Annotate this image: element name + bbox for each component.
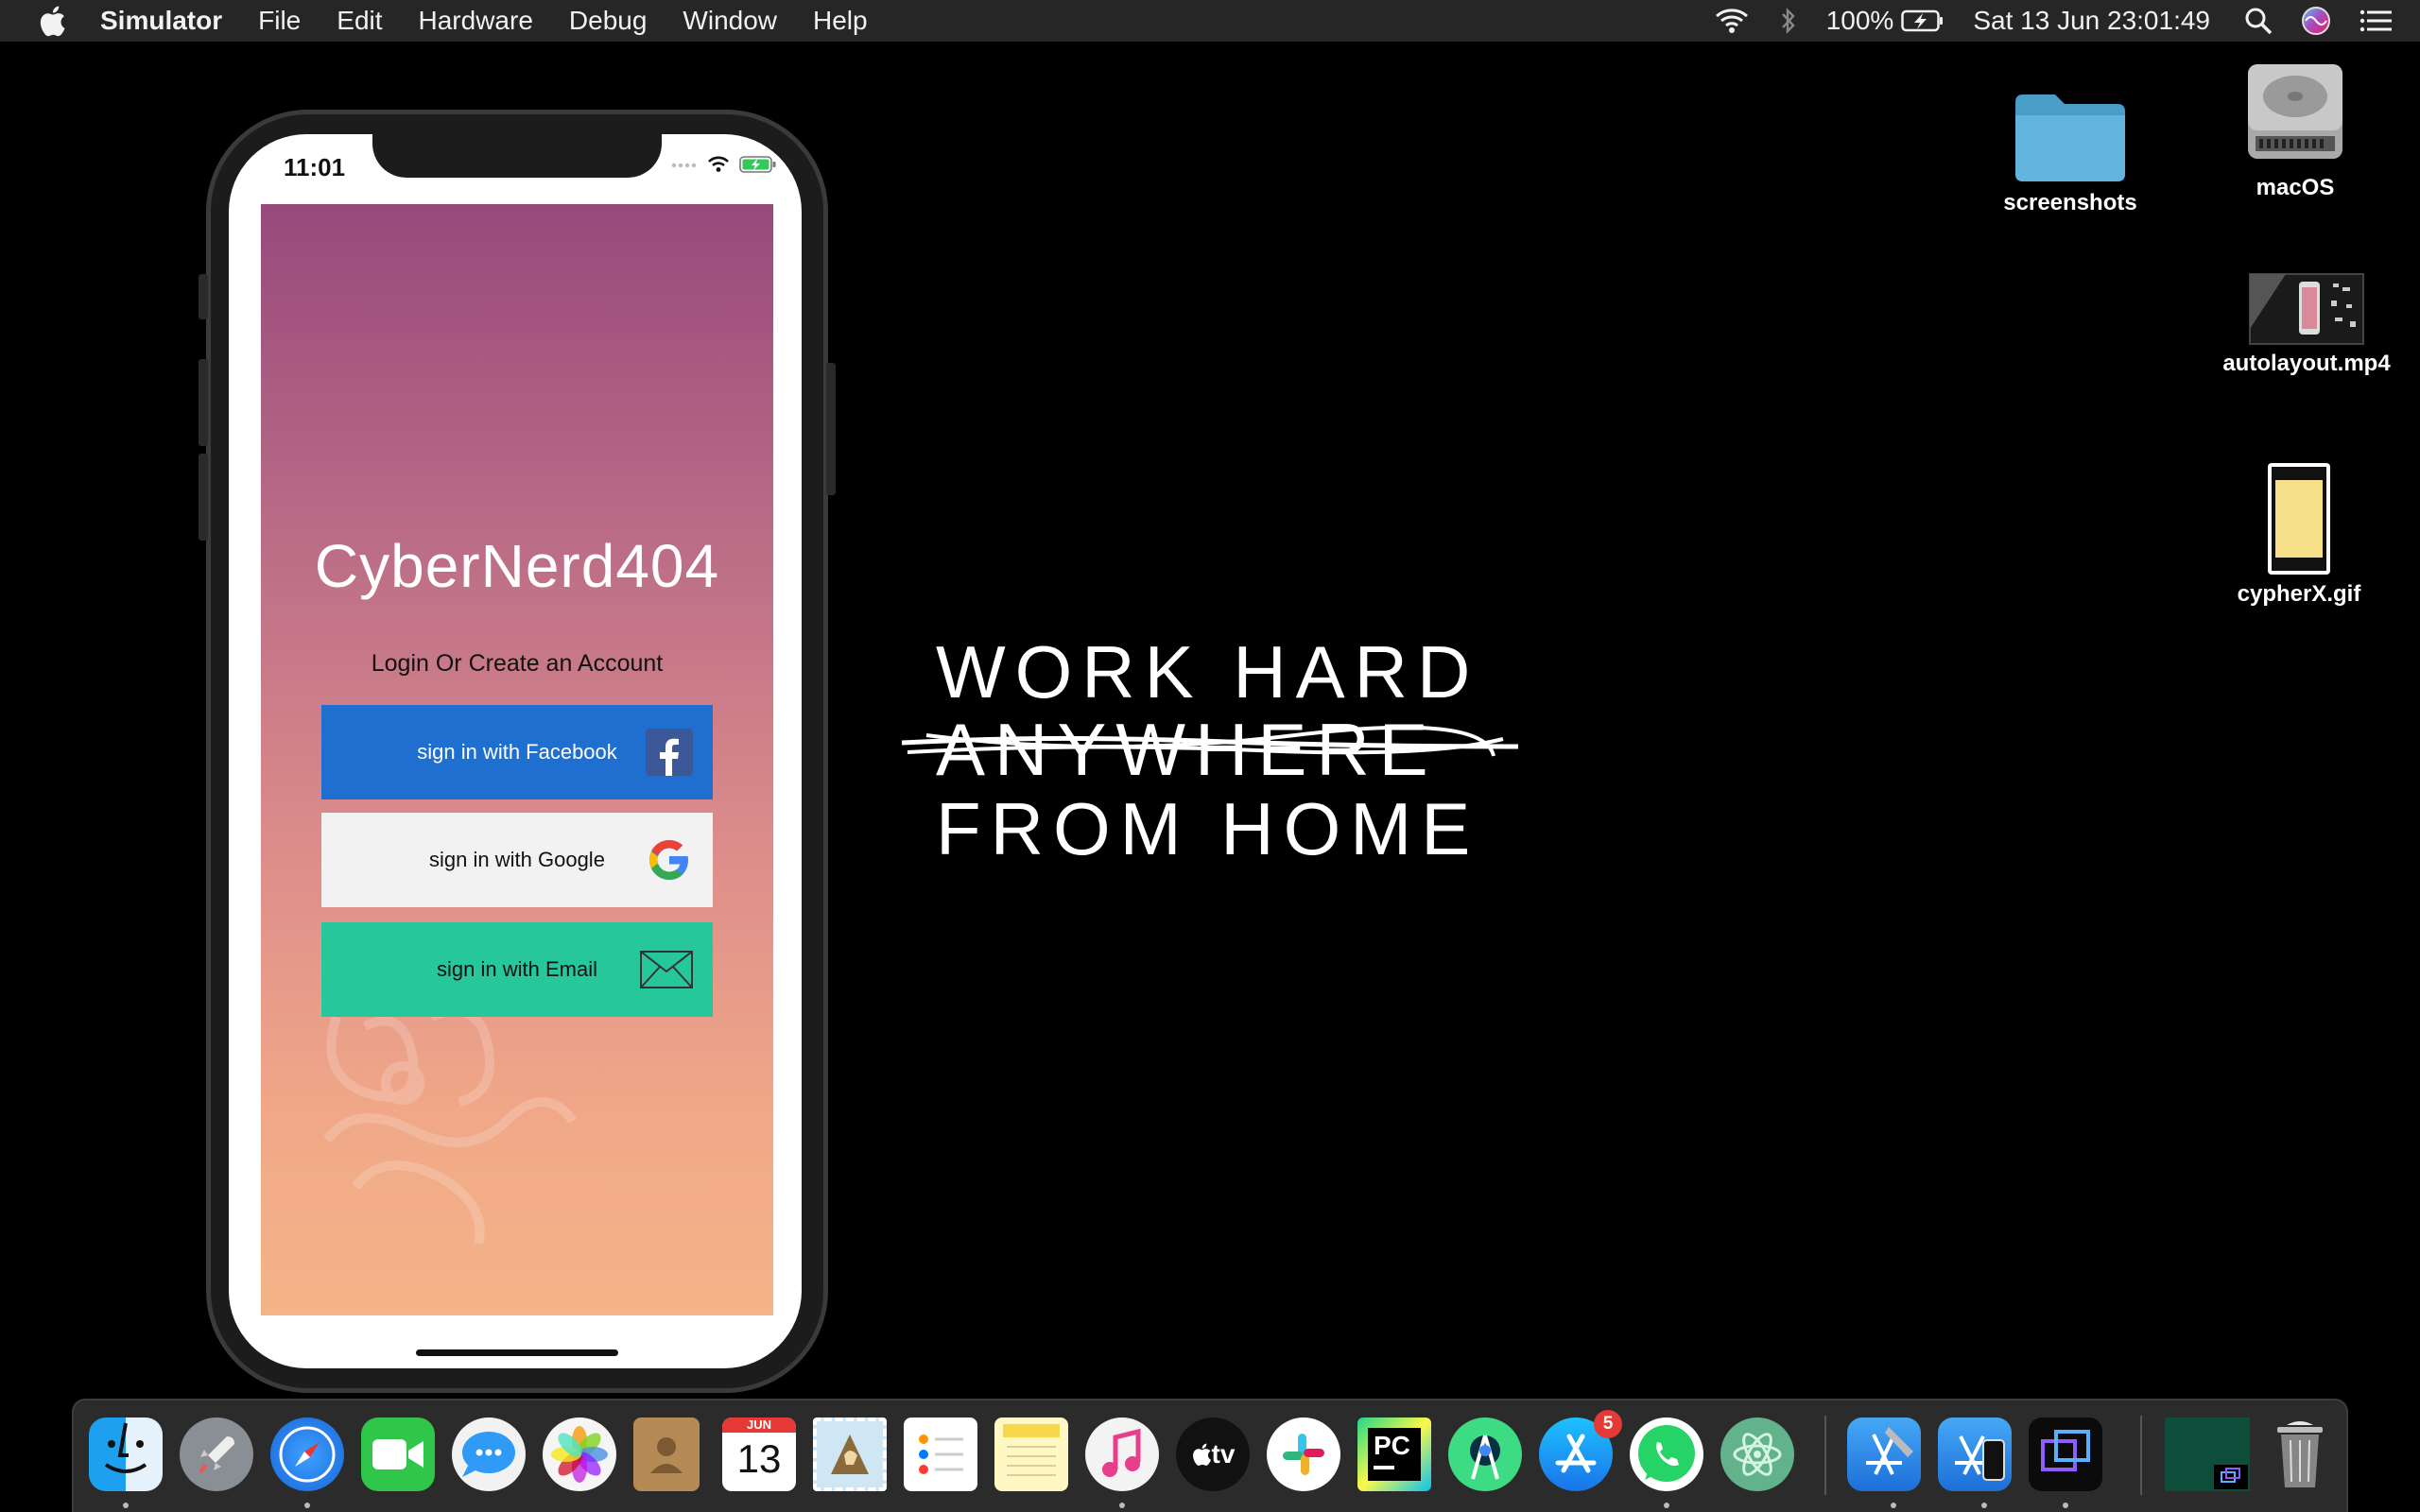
battery-percent: 100% bbox=[1825, 6, 1894, 35]
dock-separator bbox=[1824, 1416, 1826, 1495]
reminders-icon[interactable] bbox=[904, 1418, 977, 1491]
desktop-item-label: macOS bbox=[2256, 175, 2335, 200]
facebook-sign-in-button[interactable]: sign in with Facebook bbox=[321, 705, 713, 799]
dock: JUN 13 tv PC 5 bbox=[72, 1399, 2348, 1512]
silent-switch[interactable] bbox=[199, 274, 208, 319]
wallpaper-line-1: WORK HARD bbox=[936, 630, 1480, 713]
menu-window[interactable]: Window bbox=[683, 6, 777, 36]
desktop-item-label: autolayout.mp4 bbox=[2222, 351, 2391, 376]
slack-icon[interactable] bbox=[1267, 1418, 1340, 1491]
minimized-window-icon[interactable] bbox=[2165, 1418, 2250, 1491]
finder-running-dot bbox=[123, 1503, 129, 1508]
device-notch bbox=[372, 134, 662, 178]
wifi-icon[interactable] bbox=[1713, 7, 1751, 35]
desktop-item-cypherx[interactable]: cypherX.gif bbox=[2223, 461, 2375, 608]
calendar-icon[interactable]: JUN 13 bbox=[722, 1418, 796, 1491]
simulator-icon[interactable] bbox=[1938, 1418, 2012, 1491]
menu-file[interactable]: File bbox=[258, 6, 301, 36]
contacts-icon[interactable] bbox=[633, 1418, 700, 1491]
strikethrough-scribble bbox=[901, 725, 1519, 757]
video-file-icon bbox=[2249, 273, 2364, 345]
music-icon[interactable] bbox=[1085, 1418, 1159, 1491]
pycharm-icon[interactable]: PC bbox=[1357, 1418, 1431, 1491]
email-sign-in-button[interactable]: sign in with Email bbox=[321, 922, 713, 1017]
app-store-update-badge: 5 bbox=[1594, 1410, 1622, 1438]
photos-icon[interactable] bbox=[543, 1418, 616, 1491]
xcode-icon[interactable] bbox=[1847, 1418, 1921, 1491]
bluetooth-icon[interactable] bbox=[1779, 7, 1798, 35]
apple-menu-icon[interactable] bbox=[38, 5, 66, 37]
apple-tv-label: tv bbox=[1211, 1439, 1236, 1469]
desktop-item-macos[interactable]: macOS bbox=[2229, 59, 2361, 201]
trash-icon[interactable] bbox=[2263, 1418, 2337, 1491]
facetime-icon[interactable] bbox=[361, 1418, 435, 1491]
calendar-day: 13 bbox=[736, 1436, 782, 1481]
menu-hardware[interactable]: Hardware bbox=[419, 6, 533, 36]
menu-bar: Simulator File Edit Hardware Debug Windo… bbox=[0, 0, 2420, 42]
menu-app-name[interactable]: Simulator bbox=[100, 6, 222, 36]
volume-up-button[interactable] bbox=[199, 359, 208, 446]
messages-icon[interactable] bbox=[452, 1418, 526, 1491]
spotlight-search-icon[interactable] bbox=[2244, 7, 2273, 35]
status-bar-time: 11:01 bbox=[284, 153, 346, 181]
apple-tv-icon[interactable]: tv bbox=[1176, 1418, 1250, 1491]
whatsapp-running-dot bbox=[1664, 1503, 1669, 1508]
finder-icon[interactable] bbox=[89, 1418, 163, 1491]
menubar-clock[interactable]: Sat 13 Jun 23:01:49 bbox=[1973, 6, 2210, 36]
desktop-item-autolayout[interactable]: autolayout.mp4 bbox=[2212, 272, 2401, 377]
xcode-running-dot bbox=[1891, 1503, 1896, 1508]
siri-icon[interactable] bbox=[2301, 6, 2331, 36]
mail-stamp-icon[interactable] bbox=[813, 1418, 887, 1491]
folder-icon bbox=[2015, 94, 2125, 181]
screen-capture-app-icon[interactable] bbox=[2029, 1418, 2102, 1491]
simulator-running-dot bbox=[1981, 1503, 1987, 1508]
menu-help[interactable]: Help bbox=[813, 6, 868, 36]
gif-file-icon bbox=[2268, 463, 2330, 575]
app-subtitle: Login Or Create an Account bbox=[371, 650, 664, 677]
hard-drive-icon bbox=[2248, 64, 2342, 159]
google-sign-in-button[interactable]: sign in with Google bbox=[321, 813, 713, 907]
battery-indicator[interactable]: 100% bbox=[1826, 6, 1945, 36]
atom-icon[interactable] bbox=[1720, 1418, 1794, 1491]
home-indicator[interactable] bbox=[416, 1349, 618, 1356]
calendar-month: JUN bbox=[722, 1418, 796, 1433]
whatsapp-icon[interactable] bbox=[1630, 1418, 1703, 1491]
power-button[interactable] bbox=[826, 363, 836, 495]
wallpaper-line-3: FROM HOME bbox=[936, 787, 1480, 870]
notification-center-icon[interactable] bbox=[2360, 9, 2392, 33]
battery-charging-icon bbox=[1901, 9, 1944, 32]
status-wifi-icon bbox=[708, 156, 729, 172]
dock-separator bbox=[2140, 1416, 2142, 1495]
cellular-signal-icon bbox=[671, 163, 697, 168]
app-title: CyberNerd404 bbox=[314, 532, 720, 600]
login-screen: CyberNerd404 Login Or Create an Account … bbox=[261, 204, 773, 1315]
safari-running-dot bbox=[304, 1503, 310, 1508]
volume-down-button[interactable] bbox=[199, 454, 208, 541]
launchpad-icon[interactable] bbox=[180, 1418, 253, 1491]
google-icon bbox=[645, 835, 694, 885]
android-studio-icon[interactable] bbox=[1448, 1418, 1522, 1491]
status-battery-icon bbox=[739, 156, 776, 173]
desktop-item-label: cypherX.gif bbox=[2237, 581, 2361, 607]
status-bar-icons bbox=[671, 155, 777, 174]
screen-capture-running-dot bbox=[2063, 1503, 2068, 1508]
notes-icon[interactable] bbox=[994, 1418, 1068, 1491]
menu-edit[interactable]: Edit bbox=[337, 6, 382, 36]
envelope-icon bbox=[639, 945, 694, 994]
desktop-item-screenshots[interactable]: screenshots bbox=[1995, 87, 2146, 216]
safari-icon[interactable] bbox=[270, 1418, 344, 1491]
menu-debug[interactable]: Debug bbox=[569, 6, 648, 36]
desktop-item-label: screenshots bbox=[2003, 190, 2137, 215]
pycharm-label: PC bbox=[1374, 1431, 1410, 1460]
music-running-dot bbox=[1119, 1503, 1125, 1508]
facebook-icon bbox=[645, 728, 694, 777]
